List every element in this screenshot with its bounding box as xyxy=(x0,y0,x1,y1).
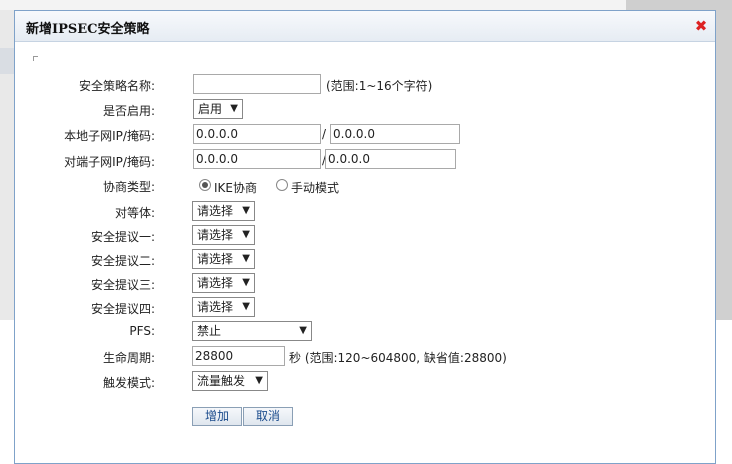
proposal2-select-value: 请选择 xyxy=(197,252,234,266)
proposal4-select[interactable]: 请选择 ▼ xyxy=(192,297,255,317)
background-right xyxy=(716,10,732,320)
close-icon[interactable]: ✖ xyxy=(693,18,709,34)
corner-mark xyxy=(33,56,38,61)
background-top-right xyxy=(626,0,732,10)
proposal2-label: 安全提议二: xyxy=(90,254,155,268)
proposal4-label: 安全提议四: xyxy=(90,302,155,316)
lifetime-label: 生命周期: xyxy=(102,351,155,365)
local-ip-input[interactable] xyxy=(193,124,321,144)
policy-name-hint: (范围:1~16个字符) xyxy=(326,79,433,93)
radio-manual[interactable] xyxy=(276,179,288,191)
cancel-button[interactable]: 取消 xyxy=(243,407,293,426)
peer-select-value: 请选择 xyxy=(197,204,234,218)
peer-select[interactable]: 请选择 ▼ xyxy=(192,201,255,221)
add-button[interactable]: 增加 xyxy=(192,407,242,426)
remote-subnet-label: 对端子网IP/掩码: xyxy=(64,155,155,169)
remote-ip-input[interactable] xyxy=(193,149,321,169)
pfs-label: PFS: xyxy=(129,324,155,338)
remote-mask-input[interactable] xyxy=(325,149,456,169)
caret-down-icon: ▼ xyxy=(242,253,250,264)
lifetime-input[interactable] xyxy=(192,346,285,366)
background-top xyxy=(0,0,732,10)
trigger-label: 触发模式: xyxy=(102,376,155,390)
background-right-lower xyxy=(716,320,732,457)
lifetime-hint: 秒 (范围:120~604800, 缺省值:28800) xyxy=(289,351,507,365)
caret-down-icon: ▼ xyxy=(299,325,307,336)
dialog-title: 新增IPSEC安全策略 xyxy=(26,22,150,37)
pfs-select[interactable]: 禁止 ▼ xyxy=(192,321,312,341)
caret-down-icon: ▼ xyxy=(242,277,250,288)
trigger-select-value: 流量触发 xyxy=(197,374,246,388)
peer-label: 对等体: xyxy=(114,206,155,220)
caret-down-icon: ▼ xyxy=(242,301,250,312)
pfs-select-value: 禁止 xyxy=(197,324,222,338)
proposal3-select[interactable]: 请选择 ▼ xyxy=(192,273,255,293)
proposal1-label: 安全提议一: xyxy=(90,230,155,244)
background-left-strip xyxy=(0,48,14,74)
policy-name-label: 安全策略名称: xyxy=(78,79,155,93)
radio-ike-label: IKE协商 xyxy=(214,181,257,195)
caret-down-icon: ▼ xyxy=(242,205,250,216)
proposal3-select-value: 请选择 xyxy=(197,276,234,290)
ipsec-policy-dialog: 新增IPSEC安全策略 ✖ 安全策略名称: (范围:1~16个字符) 是否启用:… xyxy=(14,10,716,464)
enabled-select-value: 启用 xyxy=(198,102,223,116)
caret-down-icon: ▼ xyxy=(255,375,263,386)
proposal3-label: 安全提议三: xyxy=(90,278,155,292)
negotiation-label: 协商类型: xyxy=(102,180,155,194)
local-mask-input[interactable] xyxy=(330,124,460,144)
enabled-select[interactable]: 启用 ▼ xyxy=(193,99,243,119)
proposal2-select[interactable]: 请选择 ▼ xyxy=(192,249,255,269)
proposal1-select-value: 请选择 xyxy=(197,228,234,242)
proposal1-select[interactable]: 请选择 ▼ xyxy=(192,225,255,245)
caret-down-icon: ▼ xyxy=(230,103,238,114)
policy-name-input[interactable] xyxy=(193,74,321,94)
local-subnet-separator: / xyxy=(322,127,327,141)
enabled-label: 是否启用: xyxy=(102,104,155,118)
caret-down-icon: ▼ xyxy=(242,229,250,240)
radio-ike[interactable] xyxy=(199,179,211,191)
proposal4-select-value: 请选择 xyxy=(197,300,234,314)
trigger-select[interactable]: 流量触发 ▼ xyxy=(192,371,268,391)
radio-manual-label: 手动模式 xyxy=(291,181,340,195)
local-subnet-label: 本地子网IP/掩码: xyxy=(64,129,155,143)
dialog-titlebar: 新增IPSEC安全策略 ✖ xyxy=(15,11,715,42)
